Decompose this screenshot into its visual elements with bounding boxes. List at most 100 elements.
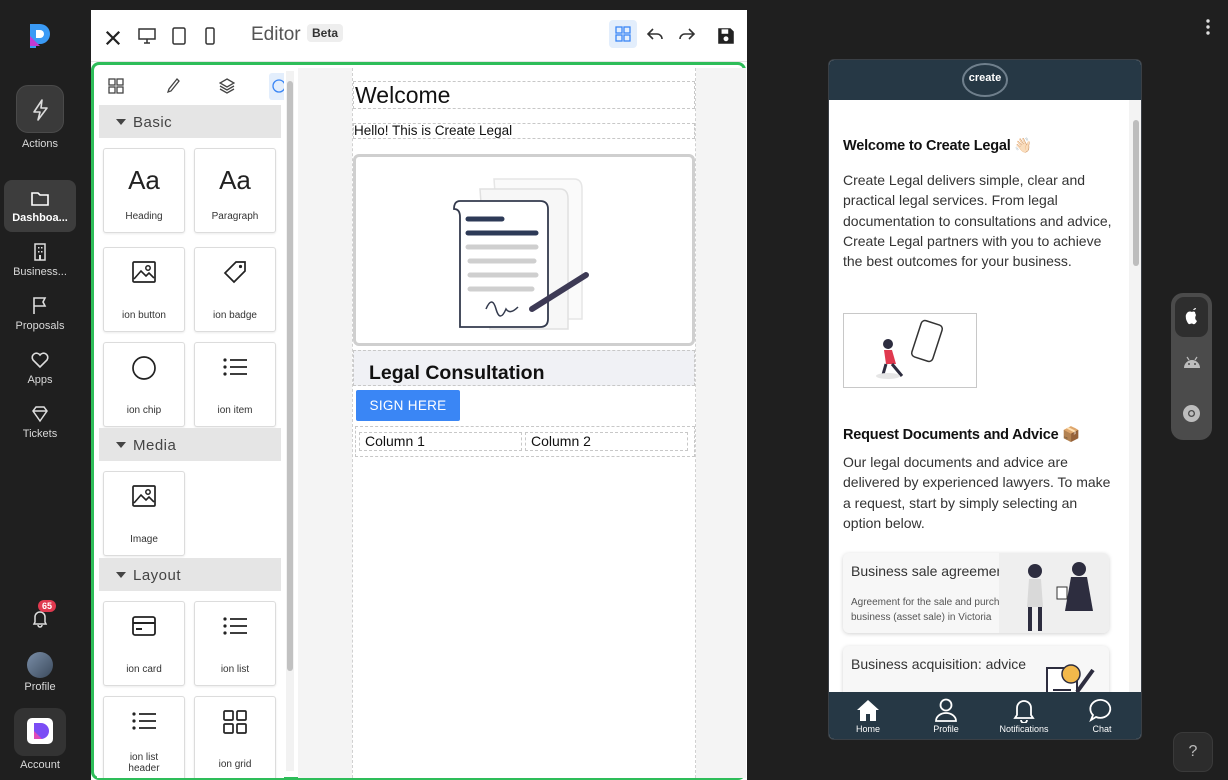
columns-row[interactable]: Column 1 Column 2 — [355, 426, 695, 457]
phone-user-illustration — [876, 319, 944, 379]
column-1[interactable]: Column 1 — [359, 432, 522, 451]
preview-welcome-heading: Welcome to Create Legal 👋🏻 — [843, 138, 1033, 154]
scrollbar-thumb[interactable] — [1133, 120, 1139, 266]
tile-label-line2: header — [128, 763, 160, 774]
platform-switcher — [1171, 293, 1212, 440]
contract-illustration — [453, 178, 589, 330]
document-illustration[interactable] — [353, 154, 695, 346]
sidebar-item-proposals[interactable]: Proposals — [4, 296, 76, 332]
welcome-heading[interactable]: Welcome — [353, 81, 695, 109]
component-ion-chip[interactable]: ion chip — [103, 342, 185, 427]
apple-icon — [1185, 308, 1197, 325]
tile-label: Image — [130, 534, 158, 545]
component-ion-button[interactable]: ion button — [103, 247, 185, 332]
hello-paragraph[interactable]: Hello! This is Create Legal — [353, 123, 695, 139]
nav-notifications[interactable]: Notifications — [994, 697, 1054, 734]
heading-glyph: Aa — [128, 165, 160, 195]
desktop-icon[interactable] — [137, 26, 157, 46]
account-label[interactable]: Account — [4, 759, 76, 771]
sign-here-button[interactable]: SIGN HERE — [356, 390, 460, 421]
card-title: Business acquisition: advice — [851, 656, 1027, 672]
sidebar-item-business[interactable]: Business... — [4, 242, 76, 278]
preview-bottom-nav: Home Profile Notifications Chat — [829, 692, 1141, 739]
mobile-preview: create Welcome to Create Legal 👋🏻 Create… — [828, 59, 1142, 740]
sidebar-item-tickets[interactable]: Tickets — [4, 404, 76, 440]
tile-label-line1: ion list — [129, 752, 159, 763]
preview-content: Welcome to Create Legal 👋🏻 Create Legal … — [829, 100, 1129, 692]
brush-tab-icon[interactable] — [164, 77, 180, 95]
mobile-icon[interactable] — [200, 26, 220, 46]
lightning-icon — [33, 99, 48, 121]
card-icon — [132, 616, 156, 636]
nav-home[interactable]: Home — [838, 697, 898, 734]
tile-label: ion button — [122, 310, 166, 321]
nav-label: Profile — [933, 724, 959, 734]
undo-icon[interactable] — [645, 25, 665, 45]
folder-icon — [31, 192, 49, 206]
component-ion-badge[interactable]: ion badge — [194, 247, 276, 332]
actions-button[interactable] — [16, 85, 64, 133]
redo-icon[interactable] — [677, 25, 697, 45]
chat-bubble-icon — [1089, 699, 1112, 723]
sidebar-item-dashboard-content[interactable]: Dashboa... — [4, 188, 76, 224]
preview-illustration — [843, 313, 977, 388]
component-paragraph[interactable]: Aa Paragraph — [194, 148, 276, 233]
sidebar-item-apps[interactable]: Apps — [4, 350, 76, 386]
panel-scrollbar[interactable] — [286, 71, 294, 771]
person-icon — [935, 698, 957, 722]
section-media[interactable]: Media — [99, 428, 281, 461]
create-logo: create — [962, 63, 1008, 97]
section-layout[interactable]: Layout — [99, 558, 281, 591]
tile-label: ion grid — [218, 759, 252, 770]
tile-label: ion card — [126, 664, 162, 675]
tablet-icon[interactable] — [169, 26, 189, 46]
list-icon — [223, 358, 247, 376]
component-heading[interactable]: Aa Heading — [103, 148, 185, 233]
account-button[interactable] — [14, 708, 66, 756]
sidebar-item-label: Actions — [21, 138, 59, 150]
editor-workspace: Basic Aa Heading Aa Paragraph ion button i… — [91, 62, 746, 780]
business-sale-card[interactable]: Business sale agreement (V Agreement for… — [843, 553, 1109, 633]
component-ion-grid[interactable]: ion grid — [194, 696, 276, 778]
legal-consultation-heading[interactable]: Legal Consultation — [353, 350, 695, 386]
nav-profile[interactable]: Profile — [916, 697, 976, 734]
nav-chat[interactable]: Chat — [1072, 697, 1132, 734]
section-basic[interactable]: Basic — [99, 105, 281, 138]
scrollbar-thumb[interactable] — [287, 81, 293, 671]
chrome-icon[interactable] — [1182, 404, 1201, 423]
preview-request-text: Our legal documents and advice are deliv… — [843, 454, 1111, 531]
component-ion-card[interactable]: ion card — [103, 601, 185, 686]
sidebar-item-actions[interactable]: Actions — [4, 138, 76, 150]
component-ion-item[interactable]: ion item — [194, 342, 276, 427]
building-icon — [34, 243, 46, 261]
beta-badge: Beta — [307, 24, 344, 42]
blocks-tab-icon[interactable] — [108, 78, 124, 94]
preview-scrollbar[interactable] — [1129, 100, 1141, 692]
component-ion-list[interactable]: ion list — [194, 601, 276, 686]
save-icon[interactable] — [716, 26, 736, 46]
close-icon[interactable] — [103, 28, 123, 48]
sidebar-item-label: Tickets — [22, 428, 58, 440]
android-icon[interactable] — [1183, 355, 1201, 369]
notification-badge: 65 — [38, 600, 57, 612]
avatar[interactable] — [27, 652, 53, 678]
image-icon — [132, 261, 156, 283]
business-acquisition-card[interactable]: Business acquisition: advice — [843, 646, 1109, 692]
more-options-icon[interactable] — [1205, 18, 1211, 36]
plus-circle-icon — [272, 79, 284, 93]
grid-icon — [223, 710, 247, 734]
profile-label[interactable]: Profile — [4, 681, 76, 693]
component-image[interactable]: Image — [103, 471, 185, 556]
platform-ios-selected[interactable] — [1175, 297, 1208, 337]
component-ion-list-header[interactable]: ion list header — [103, 696, 185, 778]
layers-tab-icon[interactable] — [219, 77, 235, 95]
coin-document-illustration — [1046, 664, 1095, 692]
sidebar-item-label: Business... — [13, 266, 67, 278]
settings-tab[interactable] — [269, 73, 284, 100]
app-logo[interactable] — [28, 22, 52, 50]
nav-label: Notifications — [999, 724, 1049, 734]
column-2[interactable]: Column 2 — [525, 432, 688, 451]
component-grid-button[interactable] — [609, 20, 637, 48]
component-panel: Basic Aa Heading Aa Paragraph ion button i… — [97, 68, 284, 778]
help-button[interactable]: ? — [1173, 732, 1213, 772]
